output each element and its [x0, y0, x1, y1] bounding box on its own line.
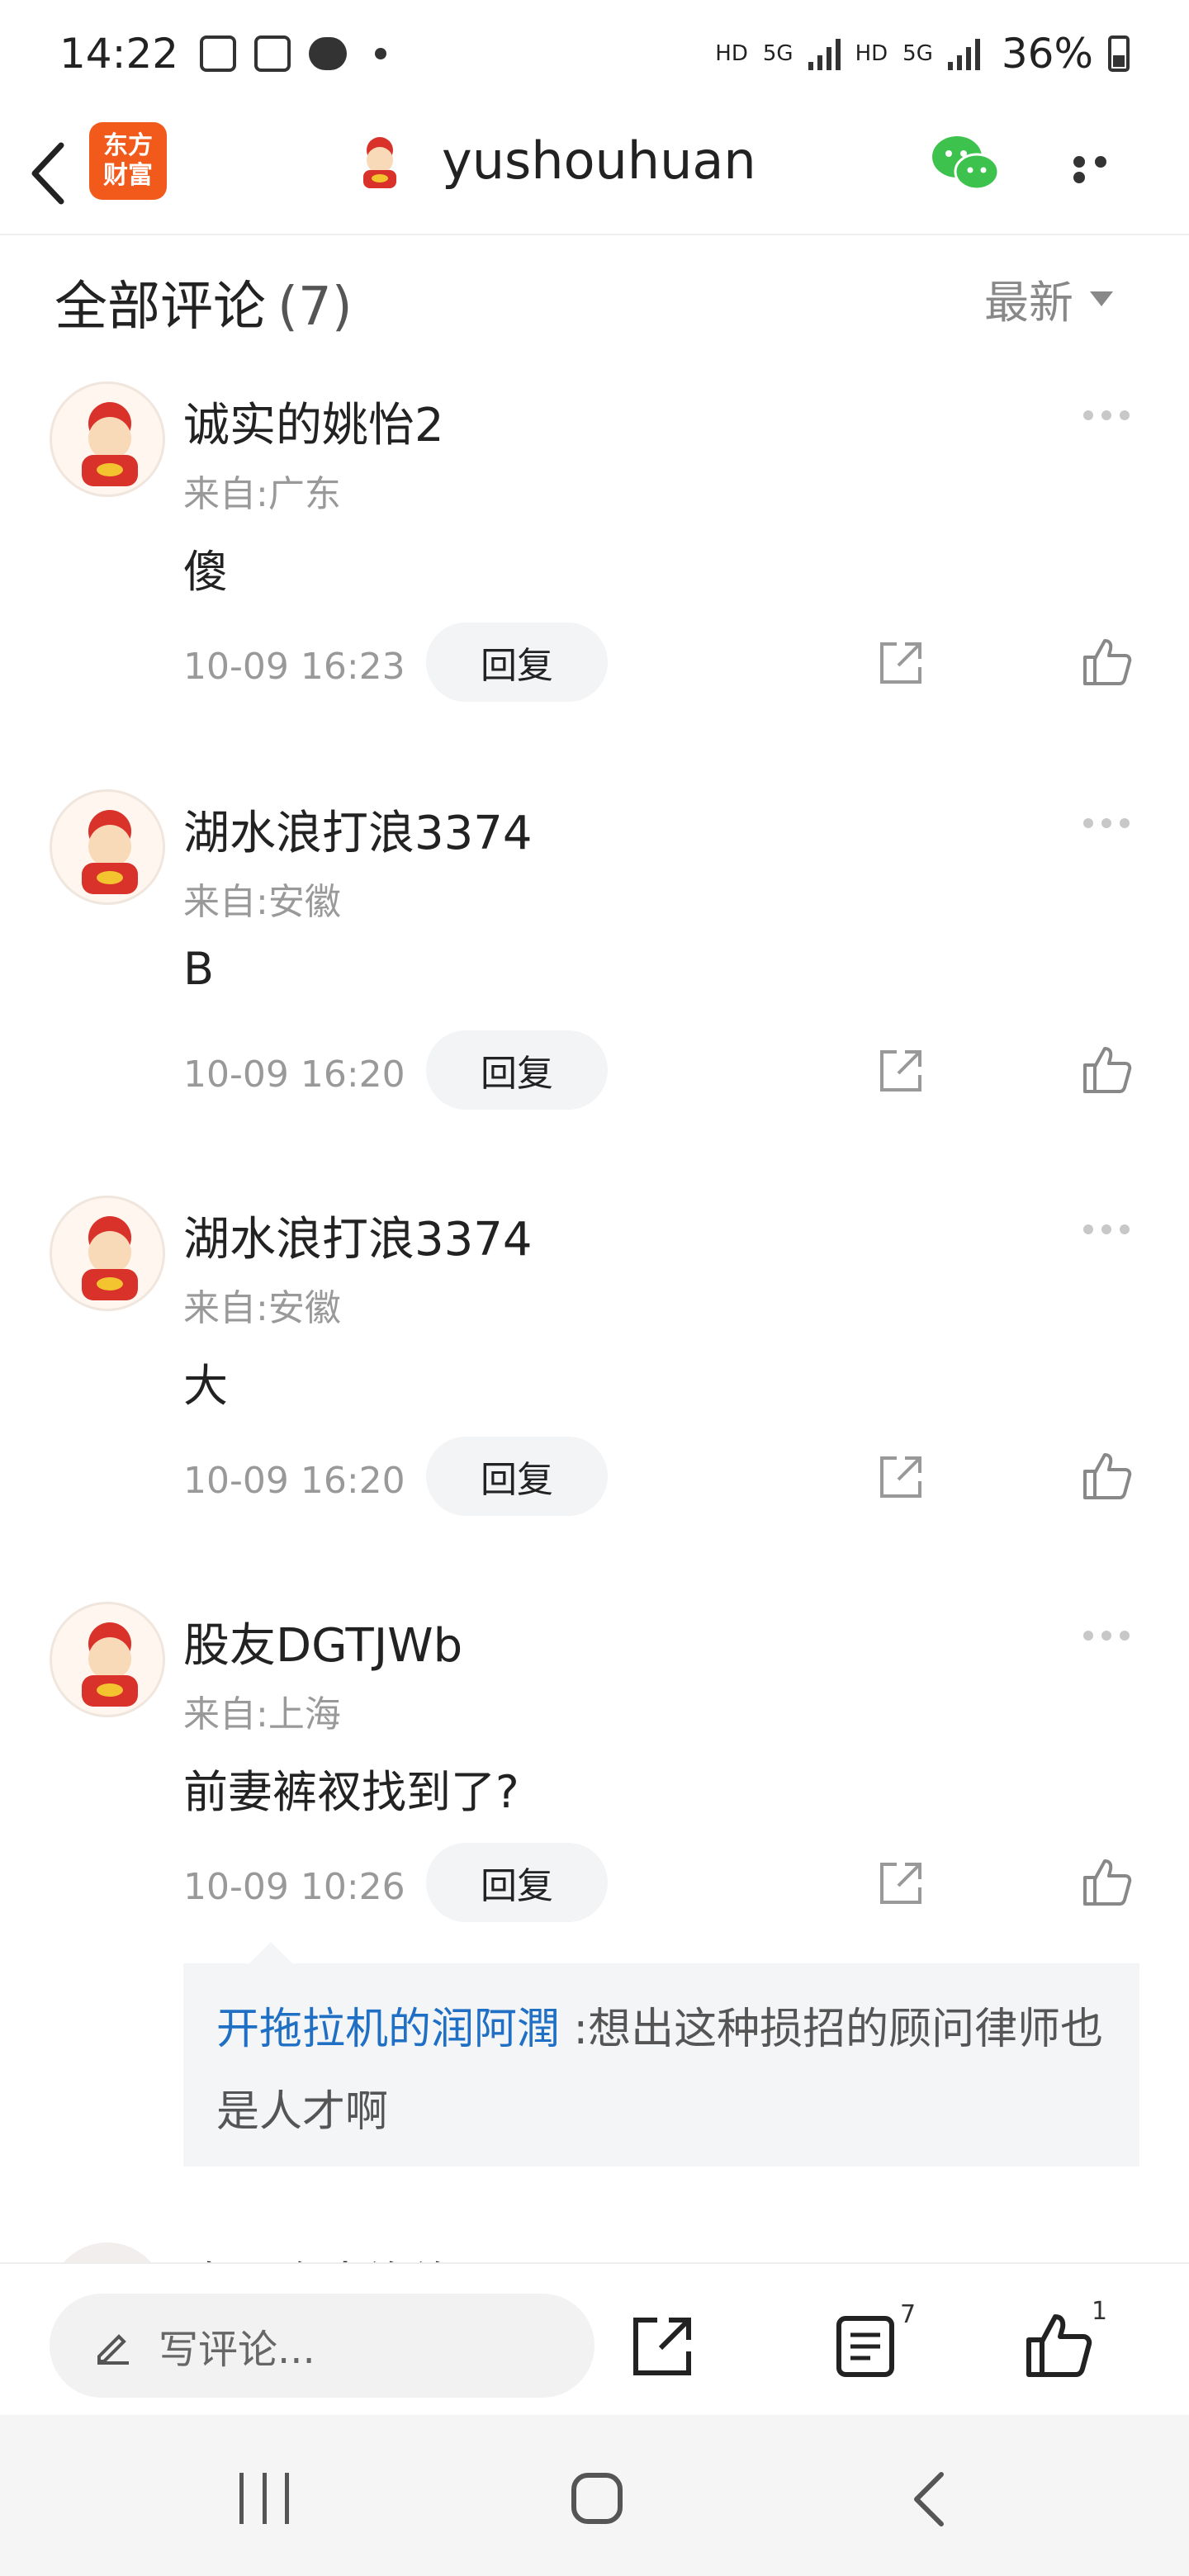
battery-percent: 36% — [1001, 30, 1093, 78]
comment-time: 10-09 16:20 — [183, 1054, 405, 1096]
commenter-avatar[interactable] — [50, 381, 165, 497]
network-label-hd1: HD — [715, 41, 748, 66]
message-notification-icon — [309, 37, 348, 70]
commenter-avatar[interactable] — [50, 1196, 165, 1311]
comment-time: 10-09 10:26 — [183, 1866, 405, 1908]
comment-text: 傻 — [183, 546, 228, 598]
like-icon[interactable] — [1080, 1856, 1133, 1909]
share-icon[interactable] — [875, 1859, 925, 1909]
like-count-badge: 1 — [1092, 2297, 1108, 2326]
commenter-name[interactable]: 湖水浪打浪3374 — [183, 1202, 533, 1269]
network-label-5g1: 5G — [762, 41, 793, 66]
bottom-action-bar: 写评论... 7 1 — [0, 2262, 1189, 2415]
nested-reply-separator: : — [573, 2005, 589, 2054]
comment-more-icon[interactable] — [1083, 816, 1138, 831]
partial-comment-item: 吹一会大泡泡 — [0, 2229, 1189, 2262]
reply-button[interactable]: 回复 — [426, 1030, 608, 1110]
comment-input-placeholder: 写评论... — [159, 2327, 315, 2373]
app-notification-icon — [254, 36, 291, 72]
reply-button[interactable]: 回复 — [426, 1843, 608, 1922]
home-icon[interactable] — [571, 2473, 623, 2524]
comment-item: 诚实的姚怡2 来自:广东 傻 10-09 16:23 回复 — [0, 381, 1189, 786]
system-nav-bar — [0, 2415, 1189, 2576]
brand-logo[interactable]: 东方 财富 — [89, 122, 167, 200]
comment-count-badge: 7 — [900, 2300, 917, 2329]
reply-button[interactable]: 回复 — [426, 623, 608, 702]
comment-text: 前妻裤衩找到了? — [183, 1766, 519, 1818]
like-icon[interactable] — [1080, 1044, 1133, 1096]
signal-icon — [808, 37, 841, 70]
commenter-region: 来自:广东 — [183, 473, 341, 515]
share-icon[interactable] — [875, 639, 925, 689]
commenter-name[interactable]: 股友DGTJWb — [183, 1608, 462, 1675]
like-icon[interactable] — [1080, 636, 1133, 689]
status-time: 14:22 — [59, 30, 179, 78]
comment-more-icon[interactable] — [1083, 408, 1138, 424]
reply-button[interactable]: 回复 — [426, 1437, 608, 1516]
comment-item: 湖水浪打浪3374 来自:安徽 大 10-09 16:20 回复 — [0, 1196, 1189, 1600]
comment-text: B — [183, 943, 215, 995]
like-icon[interactable] — [1024, 2310, 1093, 2379]
commenter-avatar[interactable] — [50, 1602, 165, 1717]
commenter-region: 来自:安徽 — [183, 1287, 341, 1329]
nested-reply-author[interactable]: 开拖拉机的润阿潤 — [216, 2005, 560, 2054]
commenter-region: 来自:上海 — [183, 1693, 341, 1735]
network-label-hd2: HD — [855, 41, 888, 66]
wechat-icon[interactable] — [929, 130, 1003, 197]
nav-back-icon[interactable] — [908, 2469, 950, 2529]
comment-input[interactable]: 写评论... — [50, 2294, 594, 2398]
dropdown-triangle-icon — [1090, 291, 1113, 306]
gallery-notification-icon — [200, 36, 237, 72]
comment-time: 10-09 16:23 — [183, 646, 405, 688]
back-icon[interactable] — [25, 140, 74, 206]
recents-icon[interactable] — [239, 2473, 289, 2524]
comment-text: 大 — [183, 1360, 228, 1412]
battery-icon — [1108, 36, 1130, 72]
commenter-name[interactable]: 湖水浪打浪3374 — [183, 796, 533, 863]
network-label-5g2: 5G — [902, 41, 933, 66]
commenter-avatar[interactable] — [50, 2242, 165, 2262]
comments-section-title: 全部评论 (7) — [54, 277, 353, 338]
pencil-icon — [97, 2334, 129, 2365]
status-bar: 14:22 HD 5G HD 5G 36% — [0, 0, 1189, 107]
share-icon[interactable] — [629, 2313, 695, 2379]
commenter-name[interactable]: 诚实的姚怡2 — [183, 388, 444, 455]
signal-icon-2 — [947, 37, 980, 70]
nested-reply[interactable]: 开拖拉机的润阿潤 :想出这种损招的顾问律师也是人才啊 — [183, 1942, 1139, 2166]
commenter-avatar[interactable] — [50, 789, 165, 905]
comment-item: 湖水浪打浪3374 来自:安徽 B 10-09 16:20 回复 — [0, 789, 1189, 1194]
share-icon[interactable] — [875, 1047, 925, 1096]
top-header: 东方 财富 yushouhuan — [0, 107, 1189, 235]
like-icon[interactable] — [1080, 1450, 1133, 1503]
author-avatar[interactable] — [347, 129, 413, 195]
share-icon[interactable] — [875, 1453, 925, 1503]
page-title: yushouhuan — [442, 130, 756, 191]
comment-time: 10-09 16:20 — [183, 1460, 405, 1502]
comments-list-icon[interactable] — [834, 2313, 897, 2379]
comment-more-icon[interactable] — [1083, 1222, 1138, 1238]
comment-item: 股友DGTJWb 来自:上海 前妻裤衩找到了? 10-09 10:26 回复 — [0, 1602, 1189, 2006]
more-icon[interactable] — [1073, 155, 1133, 183]
commenter-name[interactable]: 吹一会大泡泡 — [183, 2247, 461, 2262]
comment-more-icon[interactable] — [1083, 1628, 1138, 1644]
commenter-region: 来自:安徽 — [183, 881, 341, 923]
sort-dropdown[interactable]: 最新 — [984, 266, 1113, 331]
more-notifications-icon — [375, 48, 387, 59]
